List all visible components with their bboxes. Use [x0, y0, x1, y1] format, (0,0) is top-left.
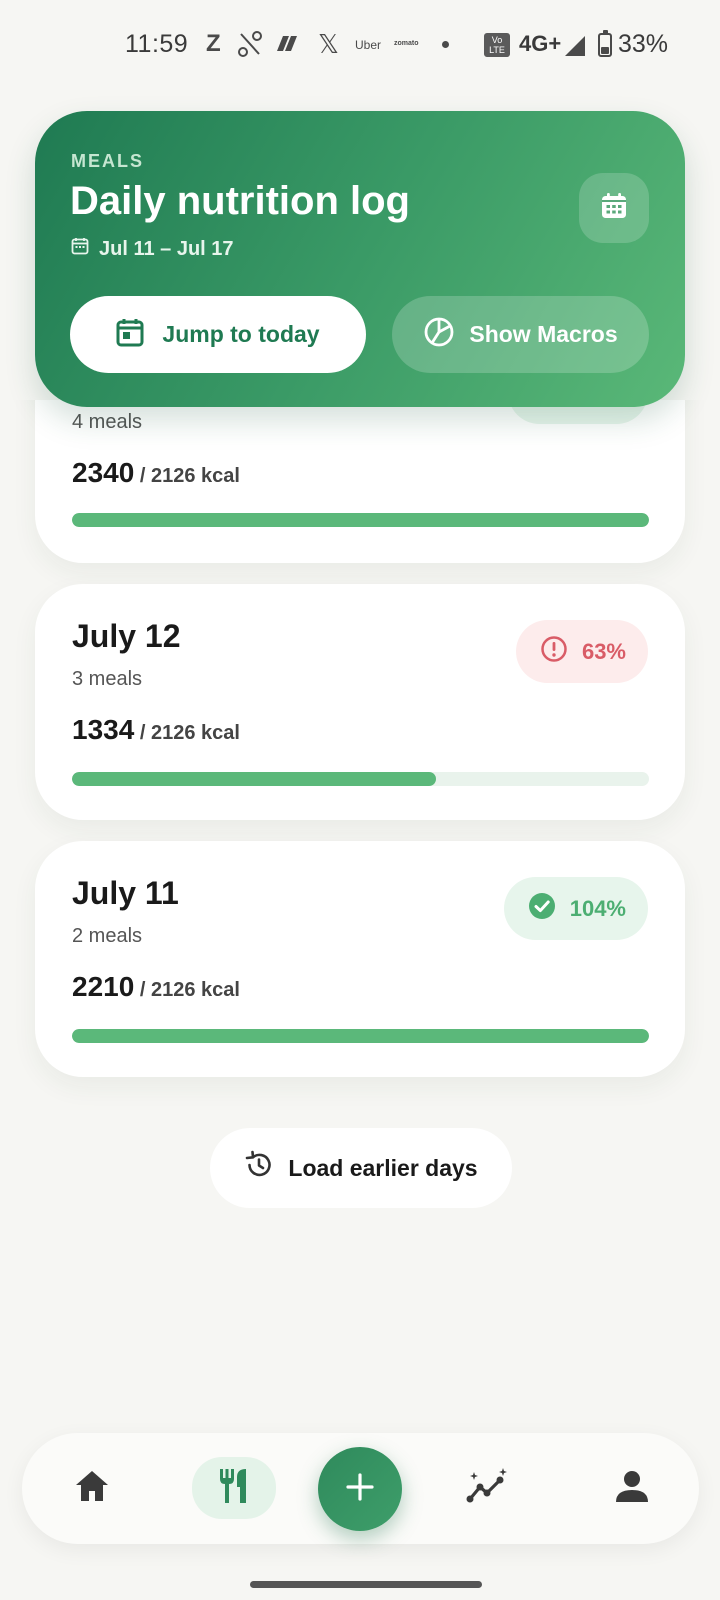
nav-home[interactable]: [52, 1433, 132, 1544]
uber-app-icon: Uber: [355, 38, 382, 52]
header-eyebrow: MEALS: [71, 151, 144, 171]
day-meals-count: 4 meals: [72, 411, 143, 433]
date-range-text: Jul 11 – Jul 17: [99, 237, 234, 260]
date-range: Jul 11 – Jul 17: [71, 237, 234, 261]
insights-icon: [465, 1468, 509, 1509]
home-indicator[interactable]: [250, 1581, 482, 1588]
day-calories-goal: / 2126 kcal: [139, 979, 240, 1001]
pie-chart-icon: [423, 316, 455, 354]
day-calories: 2340 / 2126 kcal: [72, 457, 240, 489]
calendar-small-icon: [71, 237, 89, 261]
day-date: July 12: [72, 618, 181, 654]
z-app-icon: Z: [206, 30, 221, 57]
day-percent: 104%: [569, 895, 626, 921]
history-icon: [244, 1150, 274, 1186]
day-card[interactable]: July 12 3 meals 63% 1334 / 2126 kcal: [35, 584, 685, 820]
add-icon: [345, 1472, 375, 1507]
day-calories-eaten: 2210: [72, 971, 135, 1002]
x-app-icon: 𝕏: [318, 29, 339, 59]
network-type: 4G+: [519, 31, 562, 56]
day-calories-eaten: 2340: [72, 457, 135, 488]
wallet-app-icon: [273, 33, 301, 60]
status-time: 11:59: [125, 30, 189, 58]
day-meals-count: 3 meals: [72, 668, 143, 690]
day-card[interactable]: July 11 2 meals 104% 2210 / 2126 kcal: [35, 841, 685, 1077]
day-progress-fill: [72, 513, 649, 527]
nav-profile[interactable]: [592, 1433, 672, 1544]
profile-icon: [615, 1469, 649, 1508]
more-notifications-dot: [442, 41, 449, 48]
meals-icon: [216, 1467, 252, 1510]
day-progress-fill: [72, 772, 436, 786]
alert-icon: [540, 635, 568, 669]
day-percent: 63%: [581, 638, 626, 664]
day-progress-bar: [72, 513, 649, 527]
load-earlier-label: Load earlier days: [288, 1154, 478, 1181]
day-calories-eaten: 1334: [72, 714, 135, 745]
show-macros-button[interactable]: Show Macros: [392, 296, 649, 373]
zomato-app-icon: zomato: [394, 40, 419, 47]
day-progress-bar: [72, 772, 649, 786]
jump-to-today-button[interactable]: Jump to today: [70, 296, 366, 373]
nav-meals[interactable]: [192, 1433, 276, 1544]
check-circle-icon: [528, 892, 556, 926]
calendar-today-icon: [116, 317, 144, 353]
day-calories: 2210 / 2126 kcal: [72, 971, 240, 1003]
scissors-app-icon: [238, 31, 262, 62]
load-earlier-button[interactable]: Load earlier days: [210, 1128, 512, 1208]
status-bar: 11:59 Z 𝕏 Uber zomato Vo LTE 4G+ 33%: [0, 0, 720, 92]
home-icon: [74, 1469, 110, 1508]
battery-icon: [598, 30, 612, 57]
day-card[interactable]: 4 meals 2340 / 2126 kcal: [35, 400, 685, 563]
day-status-badge: 104%: [503, 877, 648, 940]
day-progress-fill: [72, 1029, 649, 1043]
battery-level: [601, 47, 609, 54]
day-list[interactable]: 4 meals 2340 / 2126 kcal July 12 3 meals…: [0, 400, 720, 1400]
page-title: Daily nutrition log: [70, 179, 410, 223]
battery-percent: 33%: [618, 30, 669, 58]
add-meal-button[interactable]: [318, 1447, 402, 1531]
calendar-button[interactable]: [579, 173, 649, 243]
day-calories: 1334 / 2126 kcal: [72, 714, 240, 746]
volte-icon: Vo LTE: [484, 33, 510, 57]
day-progress-bar: [72, 1029, 649, 1043]
day-status-badge: 63%: [515, 620, 648, 683]
day-meals-count: 2 meals: [72, 925, 143, 947]
day-date: July 11: [72, 875, 179, 911]
day-calories-goal: / 2126 kcal: [139, 465, 240, 487]
jump-to-today-label: Jump to today: [162, 321, 320, 347]
show-macros-label: Show Macros: [469, 321, 618, 347]
header-card: MEALS Daily nutrition log Jul 11 – Jul 1…: [35, 111, 685, 407]
day-calories-goal: / 2126 kcal: [139, 722, 240, 744]
signal-icon: [563, 34, 589, 63]
nav-insights[interactable]: [447, 1433, 527, 1544]
calendar-icon: [599, 191, 629, 226]
